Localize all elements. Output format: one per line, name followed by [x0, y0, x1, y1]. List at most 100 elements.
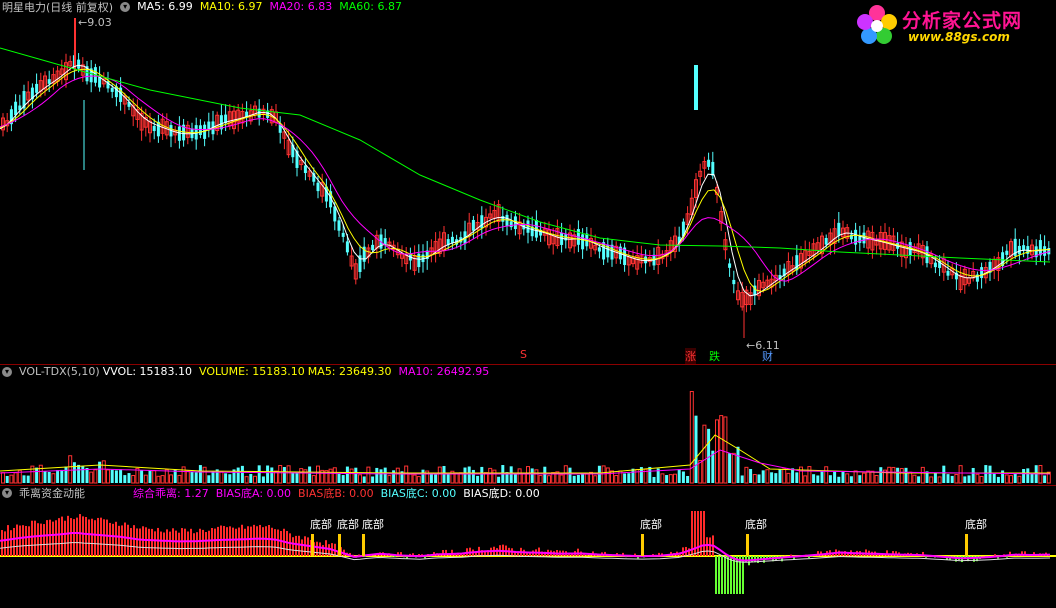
volume-bar — [13, 472, 18, 484]
volume-bar — [584, 473, 589, 484]
volume-bar — [677, 469, 681, 483]
volume-bar — [807, 466, 812, 484]
candle-body — [1017, 245, 1021, 255]
volume-bar — [899, 468, 904, 484]
volume-bar — [862, 472, 866, 484]
volume-bar — [72, 462, 76, 483]
volume-bar — [958, 465, 963, 484]
candle-body — [509, 221, 513, 228]
volume-bar — [164, 469, 169, 484]
volume-bar — [837, 476, 841, 483]
volume-bar — [749, 469, 753, 483]
volume-bar — [845, 473, 850, 484]
volume-bar — [572, 475, 576, 483]
volume-bar — [866, 470, 871, 484]
volume-bar — [421, 469, 425, 483]
bottom-label-2: 底部 — [337, 518, 359, 531]
marker-zhang: 涨 — [685, 348, 696, 364]
volume-bar — [190, 471, 194, 483]
volume-bar — [816, 475, 820, 483]
volume-bar — [778, 468, 782, 483]
volume-bar — [694, 415, 698, 483]
volume-bar — [912, 474, 917, 484]
volume-panel[interactable]: ▾ VOL-TDX(5,10) VVOL: 15183.10 VOLUME: 1… — [0, 365, 1056, 485]
candle-body — [1043, 246, 1047, 256]
bottom-marker-bar — [338, 534, 341, 556]
volume-bar — [123, 475, 127, 483]
candle-body — [1005, 250, 1009, 255]
ma60-line — [0, 47, 1051, 263]
volume-bar — [434, 474, 438, 483]
volume-bar — [698, 459, 703, 484]
volume-bar — [757, 474, 761, 483]
candle-body — [501, 216, 505, 222]
volume-bar — [64, 466, 68, 483]
volume-bar — [744, 466, 749, 484]
volume-bar — [228, 474, 232, 483]
indicator-chart[interactable] — [0, 486, 1056, 608]
volume-bar — [870, 470, 875, 484]
price-chart[interactable] — [0, 0, 1056, 364]
volume-bar — [1013, 472, 1017, 483]
volume-bar — [824, 466, 829, 484]
volume-bar — [908, 471, 913, 484]
volume-bar — [308, 466, 312, 483]
bottom-marker-bar — [311, 534, 314, 556]
candle-body — [471, 219, 475, 231]
volume-bar — [1001, 470, 1005, 483]
indicator-panel[interactable]: ▾ 乖离资金动能 综合乖离: 1.27 BIAS底A: 0.00 BIAS底B:… — [0, 486, 1056, 608]
volume-bar — [354, 467, 358, 483]
volume-bar — [131, 475, 136, 484]
volume-bar — [568, 467, 572, 483]
volume-bar — [946, 474, 950, 483]
volume-bar — [543, 466, 547, 483]
candle-body — [732, 279, 736, 285]
volume-bar — [9, 474, 14, 484]
candle-body — [1022, 245, 1026, 251]
price-panel[interactable]: 明星电力(日线 前复权) ▾ MA5: 6.99 MA10: 6.97 MA20… — [0, 0, 1056, 364]
bottom-marker-bar — [965, 534, 968, 556]
volume-bar — [261, 476, 265, 483]
volume-bar — [1004, 474, 1009, 484]
volume-bar — [853, 470, 858, 484]
volume-bar — [723, 416, 728, 484]
volume-bar — [337, 473, 341, 483]
volume-bar — [627, 473, 631, 483]
volume-bar — [623, 473, 627, 483]
volume-bar — [185, 470, 190, 484]
volume-bar — [38, 464, 43, 484]
volume-bar — [1030, 473, 1034, 483]
ma10-line — [0, 68, 1051, 293]
volume-bar — [534, 469, 539, 484]
bottom-label-4: 底部 — [640, 518, 662, 531]
volume-bar — [761, 470, 765, 483]
volume-bar — [803, 475, 808, 484]
volume-bar — [576, 475, 580, 483]
candle-body — [1038, 240, 1042, 256]
volume-bar — [383, 467, 387, 483]
volume-bar — [366, 466, 371, 484]
volume-bar — [740, 475, 744, 483]
volume-bar — [874, 475, 879, 484]
volume-chart[interactable] — [0, 365, 1056, 485]
volume-bar — [920, 466, 925, 484]
volume-bar — [954, 473, 959, 484]
volume-bar — [517, 468, 522, 484]
volume-bar — [395, 467, 400, 484]
candle-body — [946, 270, 950, 276]
marker-cai: 财 — [762, 350, 773, 363]
site-logo: 分析家公式网 www.88gs.com — [850, 2, 1050, 48]
volume-bar — [992, 473, 996, 483]
volume-bar — [648, 466, 652, 483]
volume-bar — [81, 466, 85, 483]
volume-bar — [140, 470, 144, 483]
bottom-label-6: 底部 — [965, 518, 987, 531]
candle-body — [110, 87, 114, 92]
volume-bar — [47, 471, 51, 483]
candle-body — [644, 256, 648, 264]
volume-bar — [270, 467, 274, 483]
volume-bar — [152, 470, 157, 484]
volume-bar — [249, 473, 253, 483]
volume-bar — [975, 473, 980, 484]
volume-bar — [979, 475, 984, 484]
